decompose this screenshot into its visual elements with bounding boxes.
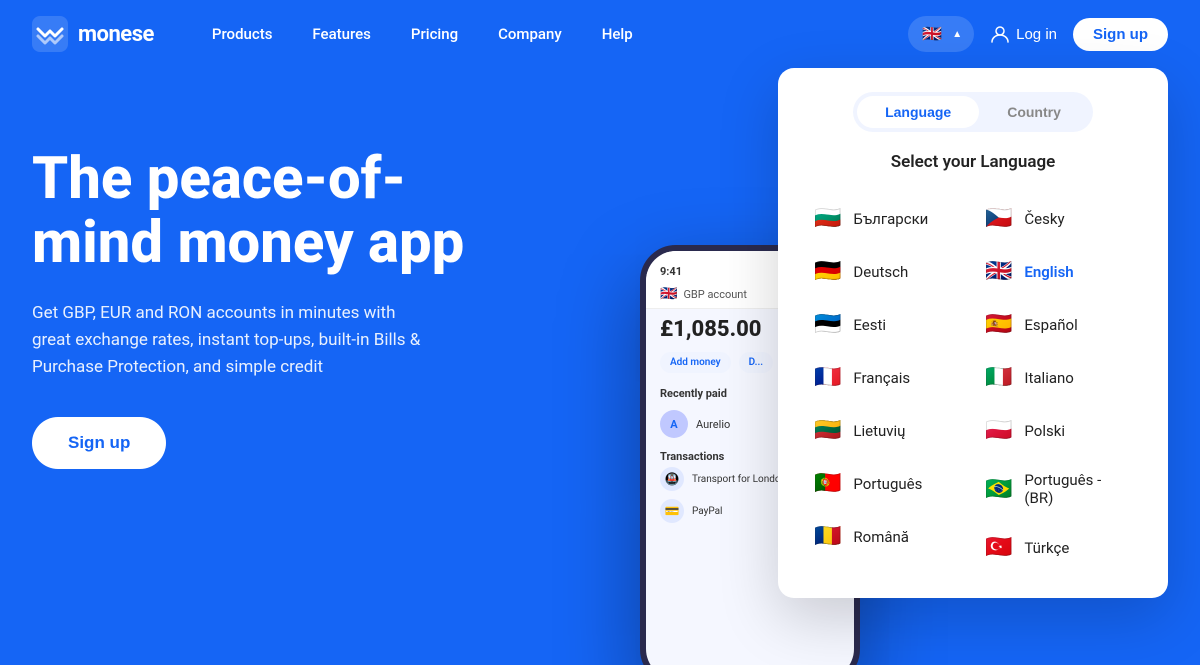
lang-name: Português: [853, 475, 922, 493]
lang-item-română[interactable]: 🇷🇴 Română: [802, 510, 973, 563]
lang-item-български[interactable]: 🇧🇬 Български: [802, 192, 973, 245]
lang-flag-icon: 🇧🇷: [985, 477, 1012, 502]
lang-name: Română: [853, 528, 909, 546]
tab-country[interactable]: Country: [979, 96, 1089, 128]
lang-flag-icon: 🇹🇷: [985, 535, 1012, 560]
lang-flag-icon: 🇱🇹: [814, 418, 841, 443]
logo-text: monese: [78, 22, 154, 47]
signup-button-hero[interactable]: Sign up: [32, 417, 166, 469]
lang-name: Português - (BR): [1024, 471, 1132, 507]
lang-name: Eesti: [853, 316, 886, 334]
txn-1-name: Transport for London: [692, 474, 786, 485]
language-dropdown: Language Country Select your Language 🇧🇬…: [778, 68, 1168, 598]
lang-name: Türkçe: [1024, 539, 1069, 557]
select-language-title: Select your Language: [802, 152, 1144, 172]
lang-flag-icon: 🇵🇱: [985, 418, 1012, 443]
lang-flag-icon: 🇬🇧: [985, 259, 1012, 284]
lang-name: Deutsch: [853, 263, 908, 281]
lang-item-türkçe[interactable]: 🇹🇷 Türkçe: [973, 521, 1144, 574]
hero-subtitle: Get GBP, EUR and RON accounts in minutes…: [32, 300, 432, 382]
lang-item-français[interactable]: 🇫🇷 Français: [802, 351, 973, 404]
lang-flag-icon: 🇪🇸: [985, 312, 1012, 337]
txn-2-name: PayPal: [692, 506, 722, 517]
hero-title: The peace-of-mind money app: [32, 148, 512, 276]
lang-item-português---(br)[interactable]: 🇧🇷 Português - (BR): [973, 457, 1144, 521]
navbar: monese Products Features Pricing Company…: [0, 0, 1200, 68]
lang-item-česky[interactable]: 🇨🇿 Česky: [973, 192, 1144, 245]
contact-name: Aurelio: [696, 418, 730, 431]
lang-flag-icon: 🇪🇪: [814, 312, 841, 337]
lang-flag-icon: 🇩🇪: [814, 259, 841, 284]
lang-name: English: [1024, 263, 1073, 281]
nav-links: Products Features Pricing Company Help: [194, 17, 908, 51]
lang-item-italiano[interactable]: 🇮🇹 Italiano: [973, 351, 1144, 404]
lang-item-polski[interactable]: 🇵🇱 Polski: [973, 404, 1144, 457]
lang-item-english[interactable]: 🇬🇧 English: [973, 245, 1144, 298]
lang-flag-icon: 🇮🇹: [985, 365, 1012, 390]
logo[interactable]: monese: [32, 16, 154, 52]
phone-flag-icon: 🇬🇧: [660, 286, 677, 302]
lang-item-lietuvių[interactable]: 🇱🇹 Lietuvių: [802, 404, 973, 457]
nav-company[interactable]: Company: [480, 17, 580, 51]
signup-button-nav[interactable]: Sign up: [1073, 18, 1168, 51]
logo-icon: [32, 16, 68, 52]
nav-help[interactable]: Help: [584, 17, 651, 51]
lang-name: Polski: [1024, 422, 1065, 440]
tab-language[interactable]: Language: [857, 96, 979, 128]
language-grid: 🇧🇬 Български 🇩🇪 Deutsch 🇪🇪 Eesti 🇫🇷 Français 🇱🇹 L…: [802, 192, 1144, 574]
lang-name: Italiano: [1024, 369, 1073, 387]
nav-features[interactable]: Features: [294, 17, 388, 51]
lang-name: Български: [853, 210, 928, 228]
txn-1-icon: 🚇: [660, 467, 684, 491]
chevron-up-icon: ▲: [952, 29, 962, 40]
nav-products[interactable]: Products: [194, 17, 291, 51]
add-money-button[interactable]: Add money: [660, 352, 731, 373]
contact-avatar: A: [660, 410, 688, 438]
phone-time: 9:41: [660, 265, 682, 278]
lang-name: Español: [1024, 316, 1077, 334]
txn-2-icon: 💳: [660, 499, 684, 523]
language-button[interactable]: 🇬🇧 ▲: [908, 16, 974, 52]
lang-flag-icon: 🇫🇷: [814, 365, 841, 390]
nav-right: 🇬🇧 ▲ Log in Sign up: [908, 16, 1168, 52]
lang-item-español[interactable]: 🇪🇸 Español: [973, 298, 1144, 351]
login-button[interactable]: Log in: [990, 24, 1057, 44]
lang-item-deutsch[interactable]: 🇩🇪 Deutsch: [802, 245, 973, 298]
nav-pricing[interactable]: Pricing: [393, 17, 476, 51]
lang-flag-icon: 🇷🇴: [814, 524, 841, 549]
lang-flag-icon: 🇨🇿: [985, 206, 1012, 231]
lang-flag-icon: 🇵🇹: [814, 471, 841, 496]
lang-flag-icon: 🇧🇬: [814, 206, 841, 231]
lang-item-eesti[interactable]: 🇪🇪 Eesti: [802, 298, 973, 351]
lang-name: Česky: [1024, 210, 1064, 228]
hero-content: The peace-of-mind money app Get GBP, EUR…: [32, 68, 512, 469]
phone-account-label: GBP account: [683, 288, 747, 301]
person-icon: [990, 24, 1010, 44]
lang-name: Lietuvių: [853, 422, 905, 440]
phone-action-2[interactable]: D...: [739, 352, 774, 373]
lang-name: Français: [853, 369, 910, 387]
language-country-tabs: Language Country: [853, 92, 1093, 132]
uk-flag-icon: 🇬🇧: [920, 22, 944, 46]
lang-item-português[interactable]: 🇵🇹 Português: [802, 457, 973, 510]
